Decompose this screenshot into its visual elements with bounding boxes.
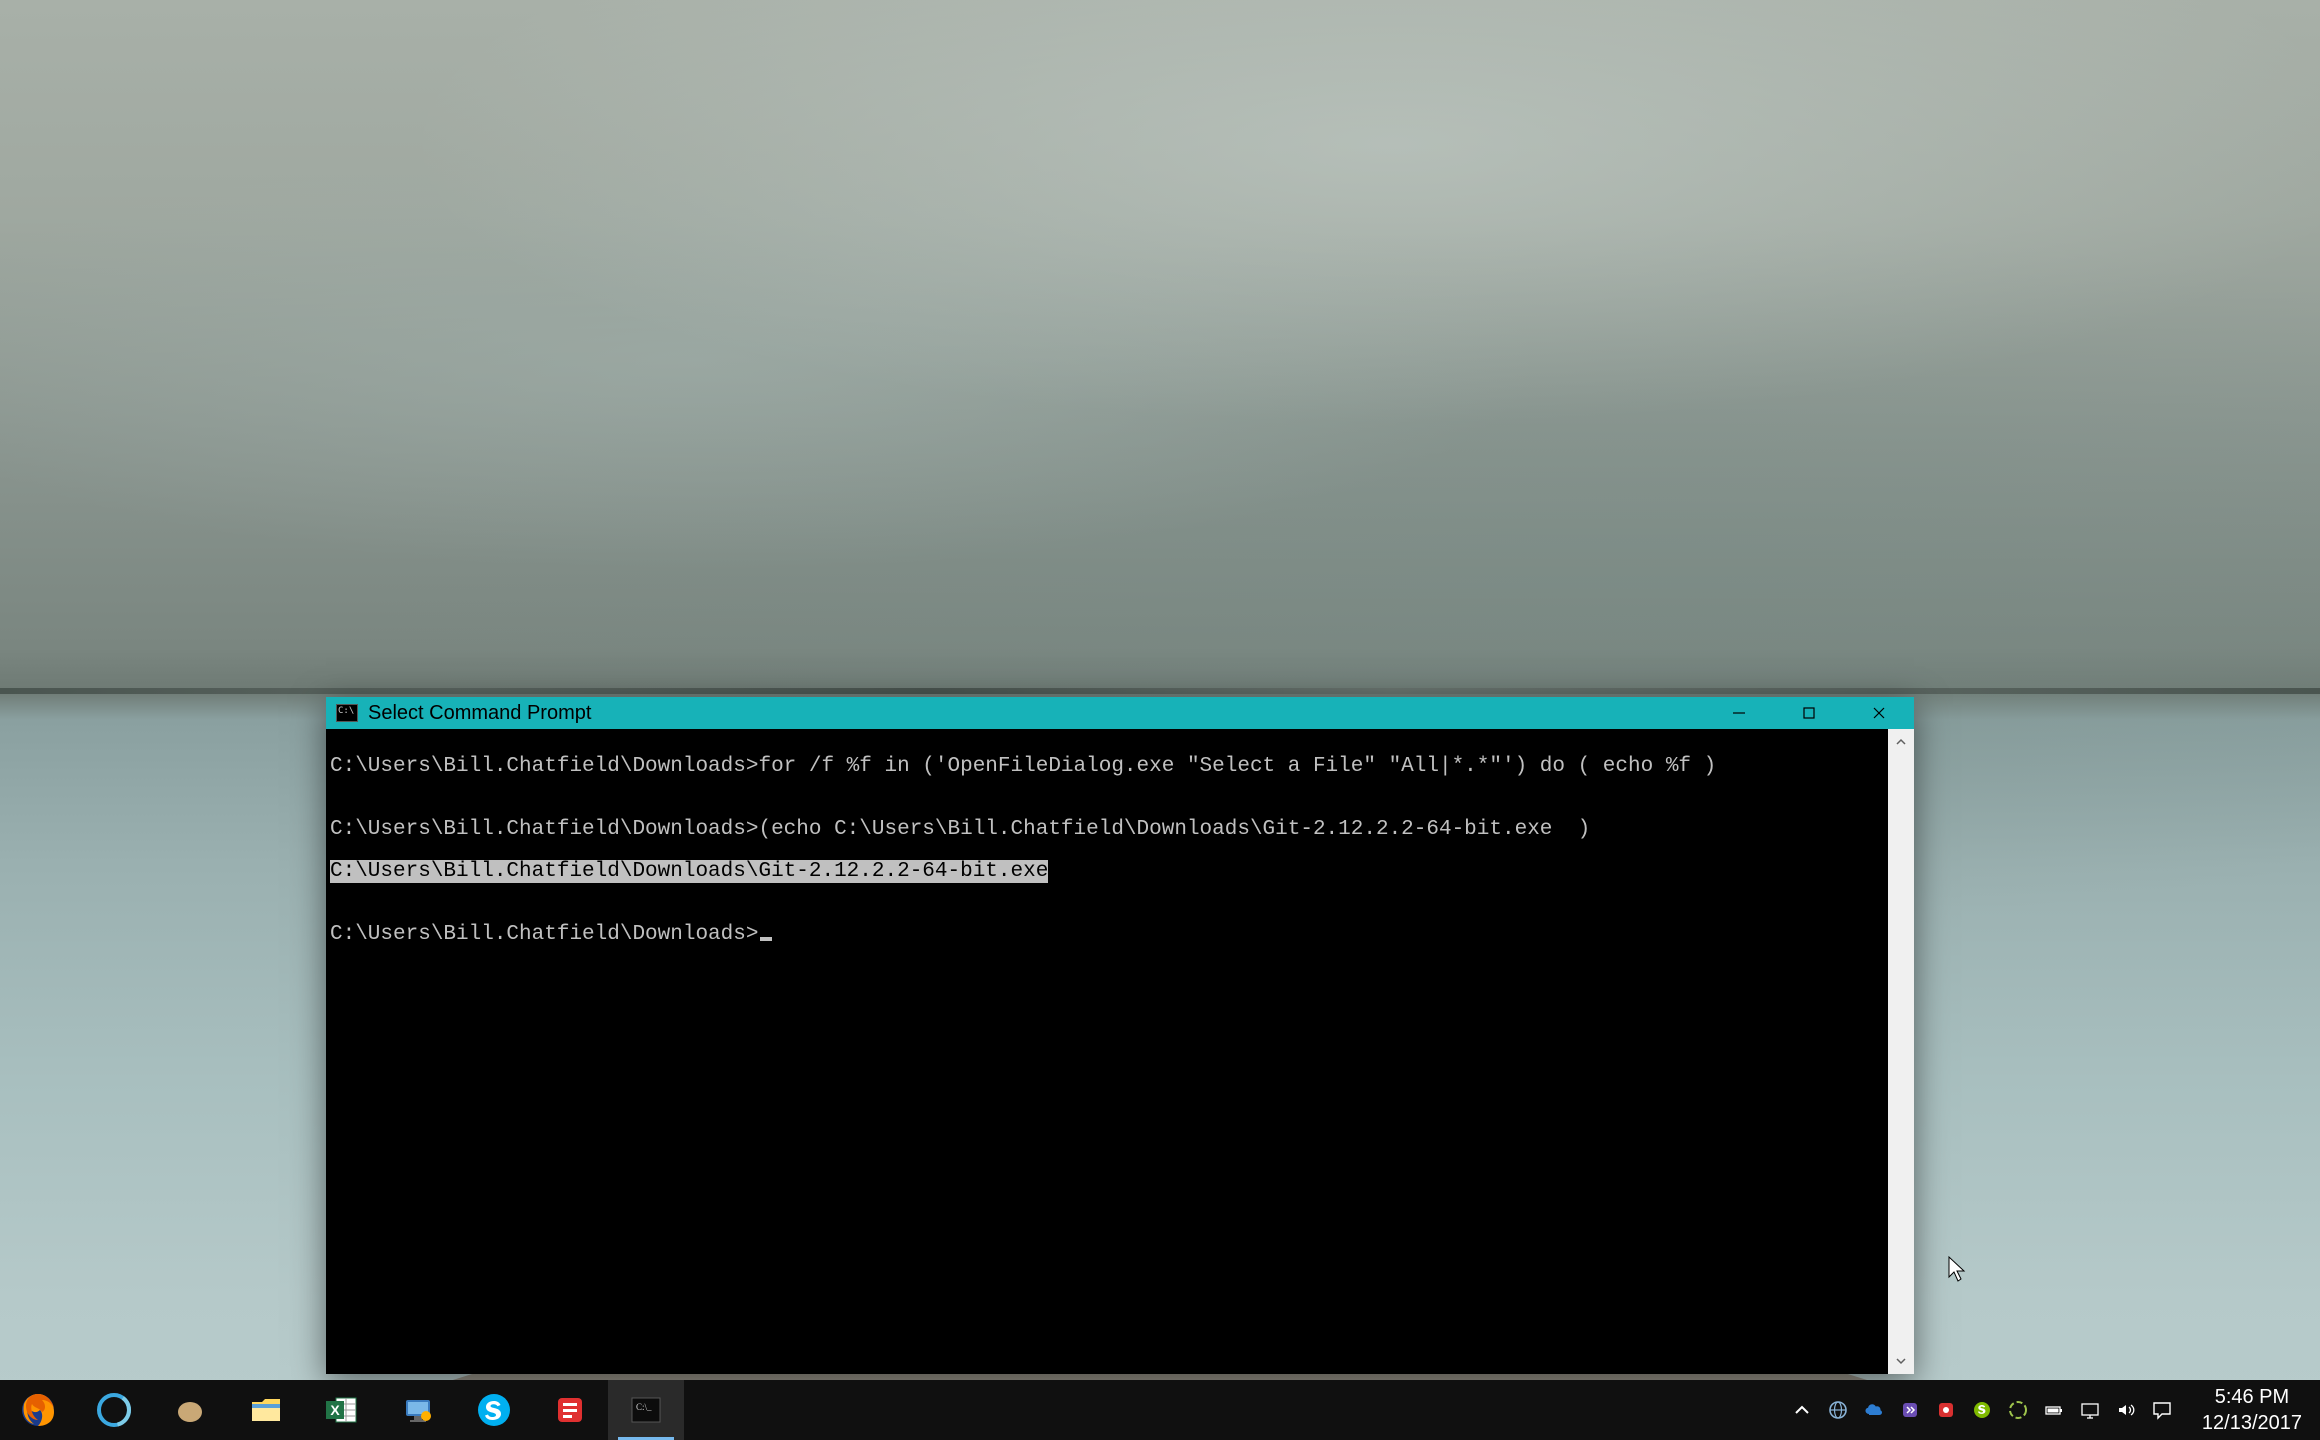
taskbar-pinned-apps: X C:\_ (0, 1380, 684, 1440)
notification-app-icon (550, 1390, 590, 1430)
terminal-line: C:\Users\Bill.Chatfield\Downloads\Git-2.… (330, 861, 1884, 882)
maximize-button[interactable] (1774, 697, 1844, 729)
clock-time: 5:46 PM (2202, 1384, 2302, 1410)
firefox-icon (18, 1390, 58, 1430)
skype-icon (474, 1390, 514, 1430)
terminal-cursor (760, 937, 772, 941)
taskbar-app-remote-desktop[interactable] (380, 1380, 456, 1440)
taskbar-app-command-prompt[interactable]: C:\_ (608, 1380, 684, 1440)
system-tray (1784, 1380, 2184, 1440)
svg-text:X: X (330, 1402, 340, 1418)
command-prompt-icon: C:\_ (626, 1390, 666, 1430)
terminal-line: C:\Users\Bill.Chatfield\Downloads>for /f… (330, 756, 1884, 777)
excel-icon: X (322, 1390, 362, 1430)
taskbar-app-excel[interactable]: X (304, 1380, 380, 1440)
terminal-line: C:\Users\Bill.Chatfield\Downloads>(echo … (330, 819, 1884, 840)
wallpaper-horizon (0, 688, 2320, 694)
terminal-content[interactable]: C:\Users\Bill.Chatfield\Downloads>for /f… (326, 729, 1888, 1374)
tray-onedrive-icon[interactable] (1856, 1380, 1892, 1440)
clock-date: 12/13/2017 (2202, 1410, 2302, 1436)
tray-skype-icon[interactable] (1964, 1380, 2000, 1440)
taskbar-app-notifications[interactable] (532, 1380, 608, 1440)
scrollbar[interactable] (1888, 729, 1914, 1374)
terminal-prompt-line: C:\Users\Bill.Chatfield\Downloads> (330, 924, 1884, 945)
terminal-selection: C:\Users\Bill.Chatfield\Downloads\Git-2.… (330, 860, 1048, 883)
tray-app-green-icon[interactable] (2000, 1380, 2036, 1440)
tray-action-center-icon[interactable] (2144, 1380, 2180, 1440)
taskbar-app-generic[interactable] (152, 1380, 228, 1440)
scrollbar-track[interactable] (1888, 755, 1914, 1348)
app-icon (170, 1390, 210, 1430)
scroll-down-button[interactable] (1888, 1348, 1914, 1374)
file-explorer-icon (246, 1390, 286, 1430)
tray-volume-icon[interactable] (2108, 1380, 2144, 1440)
cortana-icon (94, 1390, 134, 1430)
tray-app-purple-icon[interactable] (1892, 1380, 1928, 1440)
terminal-body: C:\Users\Bill.Chatfield\Downloads>for /f… (326, 729, 1914, 1374)
cmd-icon (336, 704, 358, 722)
tray-globe-icon[interactable] (1820, 1380, 1856, 1440)
close-button[interactable] (1844, 697, 1914, 729)
taskbar: X C:\_ (0, 1380, 2320, 1440)
tray-app-red-icon[interactable] (1928, 1380, 1964, 1440)
tray-monitor-icon[interactable] (2072, 1380, 2108, 1440)
terminal-prompt: C:\Users\Bill.Chatfield\Downloads> (330, 923, 758, 946)
desktop[interactable]: Select Command Prompt C:\Users\Bill.Chat… (0, 0, 2320, 1440)
scroll-up-button[interactable] (1888, 729, 1914, 755)
taskbar-app-firefox[interactable] (0, 1380, 76, 1440)
minimize-button[interactable] (1704, 697, 1774, 729)
taskbar-clock[interactable]: 5:46 PM 12/13/2017 (2184, 1380, 2320, 1440)
taskbar-app-file-explorer[interactable] (228, 1380, 304, 1440)
svg-text:C:\_: C:\_ (636, 1402, 652, 1412)
taskbar-app-skype[interactable] (456, 1380, 532, 1440)
remote-desktop-icon (398, 1390, 438, 1430)
command-prompt-window[interactable]: Select Command Prompt C:\Users\Bill.Chat… (326, 697, 1914, 1374)
titlebar[interactable]: Select Command Prompt (326, 697, 1914, 729)
window-title: Select Command Prompt (368, 702, 591, 725)
taskbar-app-cortana[interactable] (76, 1380, 152, 1440)
show-hidden-icons-button[interactable] (1784, 1380, 1820, 1440)
tray-battery-icon[interactable] (2036, 1380, 2072, 1440)
